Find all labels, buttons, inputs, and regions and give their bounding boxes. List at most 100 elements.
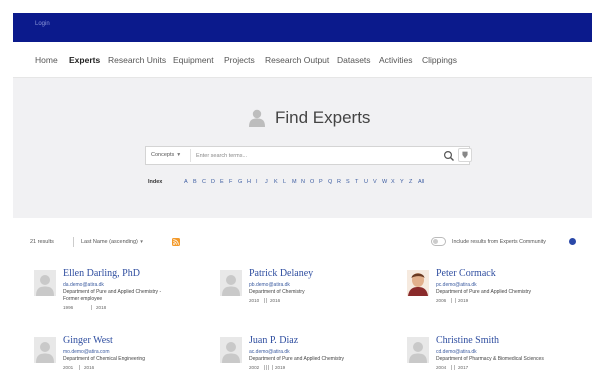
timeline-bar (268, 365, 269, 370)
expert-email[interactable]: cd.demo@atira.dk (436, 349, 477, 355)
portrait-photo (407, 270, 429, 296)
timeline-bar (455, 298, 456, 303)
year-start: 2006 (436, 298, 447, 303)
search-input[interactable] (196, 149, 426, 162)
nav-activities[interactable]: Activities (379, 55, 413, 65)
sort-dropdown[interactable]: Last Name (ascending) ▼ (81, 239, 144, 245)
timeline-bar (451, 365, 452, 370)
index-letter-all[interactable]: All (418, 179, 424, 185)
activity-timeline: 2006 2019 (436, 297, 496, 305)
index-letter[interactable]: S (346, 179, 350, 185)
nav-projects[interactable]: Projects (224, 55, 255, 65)
expert-department[interactable]: Department of Chemical Engineering (63, 356, 145, 362)
index-letter[interactable]: F (229, 179, 232, 185)
index-letter[interactable]: E (220, 179, 224, 185)
year-end: 2019 (275, 365, 286, 370)
rss-icon[interactable] (172, 238, 180, 246)
expert-name[interactable]: Ellen Darling, PhD (63, 268, 140, 279)
toggle-knob (433, 239, 438, 244)
person-icon (36, 275, 54, 296)
expert-department[interactable]: Department of Pure and Applied Chemistry (249, 356, 344, 362)
timeline-bar (264, 365, 265, 370)
index-letter[interactable]: V (373, 179, 377, 185)
index-letter[interactable]: T (355, 179, 358, 185)
index-letter[interactable]: M (292, 179, 297, 185)
timeline-bar (266, 298, 267, 303)
index-letter[interactable]: I (256, 179, 258, 185)
index-letter[interactable]: J (265, 179, 268, 185)
nav-equipment[interactable]: Equipment (173, 55, 214, 65)
expert-name[interactable]: Peter Cormack (436, 268, 496, 279)
year-end: 2017 (458, 365, 469, 370)
index-letter[interactable]: L (283, 179, 286, 185)
index-letter[interactable]: N (301, 179, 305, 185)
nav-research-output[interactable]: Research Output (265, 55, 329, 65)
index-letter[interactable]: B (193, 179, 197, 185)
expert-email[interactable]: da.demo@atira.dk (63, 282, 104, 288)
index-letter[interactable]: A (184, 179, 188, 185)
nav-experts[interactable]: Experts (69, 55, 100, 65)
timeline-bar (272, 365, 273, 370)
nav-research-units[interactable]: Research Units (108, 55, 166, 65)
year-end: 2019 (458, 298, 469, 303)
index-letter[interactable]: P (319, 179, 323, 185)
expert-name[interactable]: Christine Smith (436, 335, 499, 346)
expert-name[interactable]: Juan P. Diaz (249, 335, 298, 346)
year-start: 2001 (63, 365, 74, 370)
expert-department[interactable]: Department of Chemistry (249, 289, 305, 295)
index-letter[interactable]: O (310, 179, 314, 185)
expert-name[interactable]: Patrick Delaney (249, 268, 313, 279)
filter-button[interactable] (458, 148, 472, 162)
nav-clippings[interactable]: Clippings (422, 55, 457, 65)
expert-department[interactable]: Department of Pharmacy & Biomedical Scie… (436, 356, 544, 362)
sort-label: Last Name (ascending) (81, 239, 138, 245)
avatar (34, 337, 56, 363)
person-icon (222, 342, 240, 363)
index-letter[interactable]: Y (400, 179, 404, 185)
index-letter[interactable]: U (364, 179, 368, 185)
expert-card: Peter Cormack pc.demo@atira.dk Departmen… (407, 268, 587, 328)
expert-card: Ginger West mo.demo@atira.com Department… (34, 335, 214, 379)
index-letter[interactable]: D (211, 179, 215, 185)
chevron-down-icon: ▼ (176, 152, 182, 158)
avatar (407, 270, 429, 296)
nav-home[interactable]: Home (35, 55, 58, 65)
results-toolbar: 21 results Last Name (ascending) ▼ Inclu… (30, 236, 578, 250)
index-letter[interactable]: Q (328, 179, 332, 185)
index-letter[interactable]: W (382, 179, 387, 185)
nav-datasets[interactable]: Datasets (337, 55, 371, 65)
expert-card: Juan P. Diaz ac.demo@atira.dk Department… (220, 335, 400, 379)
search-icon[interactable] (443, 150, 455, 162)
index-letter[interactable]: H (247, 179, 251, 185)
search-hero: Find Experts Concepts▼ Index A B C D E F… (13, 78, 592, 218)
expert-email[interactable]: pb.demo@atira.dk (249, 282, 290, 288)
timeline-bar (79, 365, 80, 370)
concepts-dropdown[interactable]: Concepts ▼ (146, 147, 190, 164)
activity-timeline: 2010 2016 (249, 297, 309, 305)
year-start: 2004 (436, 365, 447, 370)
avatar (220, 337, 242, 363)
year-end: 2016 (84, 365, 95, 370)
person-icon (222, 275, 240, 296)
index-letter[interactable]: X (391, 179, 395, 185)
expert-email[interactable]: pc.demo@atira.dk (436, 282, 477, 288)
activity-timeline: 2001 2016 (63, 364, 123, 372)
expert-email[interactable]: mo.demo@atira.com (63, 349, 109, 355)
info-icon[interactable] (569, 238, 576, 245)
login-link[interactable]: Login (35, 21, 50, 27)
timeline-bar (451, 298, 452, 303)
index-letter[interactable]: G (238, 179, 242, 185)
expert-department[interactable]: Department of Pure and Applied Chemistry (436, 289, 531, 295)
index-letter[interactable]: Z (409, 179, 412, 185)
timeline-bar (264, 298, 265, 303)
index-letter[interactable]: R (337, 179, 341, 185)
expert-email[interactable]: ac.demo@atira.dk (249, 349, 290, 355)
community-toggle[interactable] (431, 237, 446, 246)
year-end: 2016 (270, 298, 281, 303)
expert-name[interactable]: Ginger West (63, 335, 113, 346)
index-letter[interactable]: K (274, 179, 278, 185)
index-letter[interactable]: C (202, 179, 206, 185)
activity-timeline: 2002 2019 (249, 364, 309, 372)
expert-department[interactable]: Department of Pure and Applied Chemistry… (63, 289, 161, 295)
activity-timeline: 1996 2018 (63, 304, 123, 312)
